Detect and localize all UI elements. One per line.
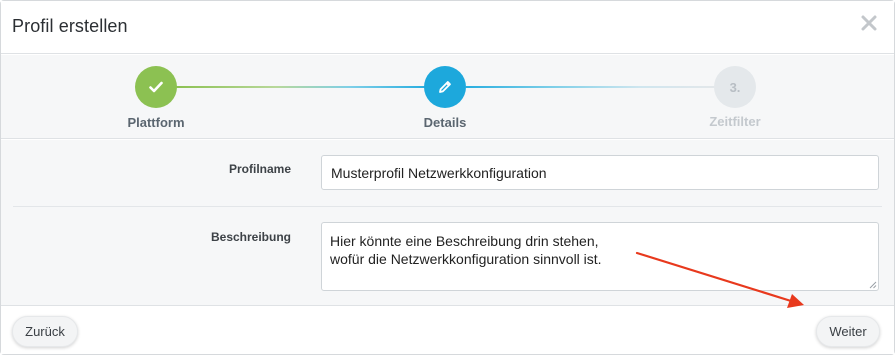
step-1-completed xyxy=(135,66,177,108)
profile-name-input[interactable] xyxy=(321,155,879,190)
step-connector-2 xyxy=(466,86,715,88)
description-textarea[interactable] xyxy=(321,222,879,291)
create-profile-dialog: Profil erstellen 3. Plattform Details Ze… xyxy=(0,0,895,355)
step-label-zeitfilter: Zeitfilter xyxy=(709,114,761,129)
step-2-active xyxy=(424,66,466,108)
dialog-title: Profil erstellen xyxy=(12,16,128,36)
back-button[interactable]: Zurück xyxy=(12,316,78,347)
profile-name-label: Profilname xyxy=(228,162,291,176)
dialog-footer: Zurück Weiter xyxy=(1,307,894,354)
step-connector-1 xyxy=(176,86,425,88)
close-icon[interactable] xyxy=(859,13,879,33)
form-divider xyxy=(13,206,882,207)
check-icon xyxy=(149,81,163,93)
dialog-header: Profil erstellen xyxy=(1,1,894,54)
step-label-details: Details xyxy=(423,115,467,130)
step-3-pending: 3. xyxy=(714,66,756,108)
next-button[interactable]: Weiter xyxy=(816,316,880,347)
step-label-plattform: Plattform xyxy=(127,115,185,130)
step-3-number: 3. xyxy=(729,79,741,95)
form-body: Profilname Beschreibung xyxy=(1,140,894,306)
resize-handle-icon[interactable] xyxy=(867,279,877,289)
pencil-icon xyxy=(439,81,451,93)
description-label: Beschreibung xyxy=(210,230,291,244)
wizard-stepper: 3. Plattform Details Zeitfilter xyxy=(1,55,894,139)
